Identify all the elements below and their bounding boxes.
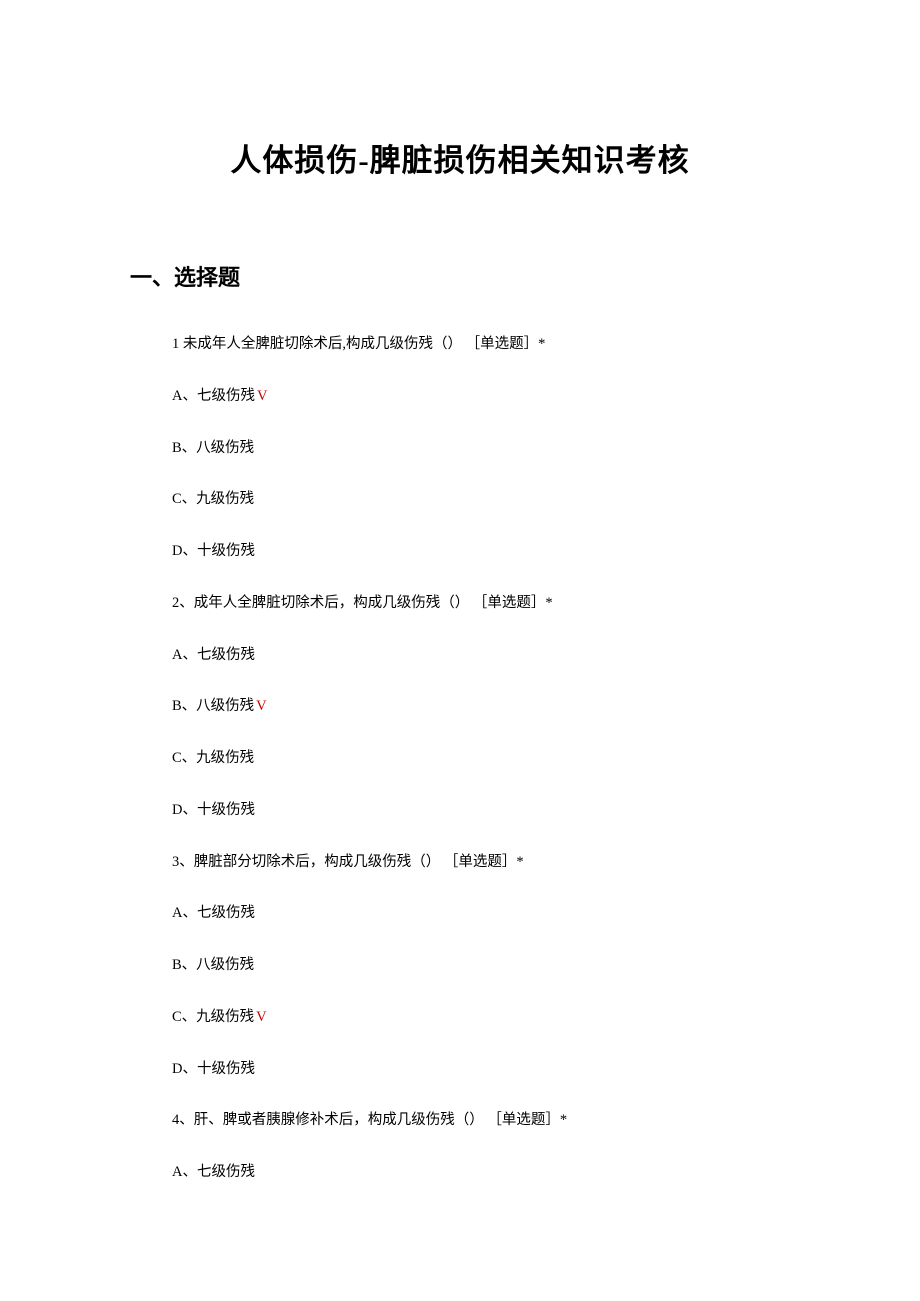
question-text: 成年人全脾脏切除术后，构成几级伤残（） ［单选题］*	[194, 595, 553, 611]
option-label: D、十级伤残	[172, 1061, 255, 1077]
question-text: 未成年人全脾脏切除术后,构成几级伤残（） ［单选题］*	[183, 336, 546, 352]
option-label: C、九级伤残	[172, 1009, 254, 1025]
question-2-option-b: B、八级伤残V	[172, 696, 790, 718]
question-text: 肝、脾或者胰腺修补术后，构成几级伤残（） ［单选题］*	[194, 1112, 567, 1128]
question-2-option-a: A、七级伤残	[172, 645, 790, 667]
question-1-option-b: B、八级伤残	[172, 438, 790, 460]
question-3-option-a: A、七级伤残	[172, 903, 790, 925]
document-title: 人体损伤-脾脏损伤相关知识考核	[130, 135, 790, 180]
option-label: B、八级伤残	[172, 957, 254, 973]
question-2-option-d: D、十级伤残	[172, 800, 790, 822]
question-3-option-c: C、九级伤残V	[172, 1007, 790, 1029]
option-label: A、七级伤残	[172, 905, 255, 921]
question-4: 4、肝、脾或者胰腺修补术后，构成几级伤残（） ［单选题］*	[172, 1110, 790, 1132]
question-1-option-d: D、十级伤残	[172, 541, 790, 563]
correct-mark-icon: V	[256, 698, 266, 714]
question-1: 1 未成年人全脾脏切除术后,构成几级伤残（） ［单选题］*	[172, 334, 790, 356]
option-label: C、九级伤残	[172, 750, 254, 766]
question-2: 2、成年人全脾脏切除术后，构成几级伤残（） ［单选题］*	[172, 593, 790, 615]
question-1-option-c: C、九级伤残	[172, 489, 790, 511]
question-1-option-a: A、七级伤残V	[172, 386, 790, 408]
question-2-option-c: C、九级伤残	[172, 748, 790, 770]
question-separator: 、	[179, 1112, 194, 1128]
content-area: 1 未成年人全脾脏切除术后,构成几级伤残（） ［单选题］* A、七级伤残V B、…	[130, 334, 790, 1184]
option-label: B、八级伤残	[172, 698, 254, 714]
option-label: A、七级伤残	[172, 388, 255, 404]
question-3: 3、脾脏部分切除术后，构成几级伤残（） ［单选题］*	[172, 852, 790, 874]
question-3-option-b: B、八级伤残	[172, 955, 790, 977]
option-label: A、七级伤残	[172, 647, 255, 663]
option-label: B、八级伤残	[172, 440, 254, 456]
option-label: A、七级伤残	[172, 1164, 255, 1180]
option-label: C、九级伤残	[172, 491, 254, 507]
option-label: D、十级伤残	[172, 802, 255, 818]
question-text: 脾脏部分切除术后，构成几级伤残（） ［单选题］*	[194, 854, 524, 870]
correct-mark-icon: V	[257, 388, 267, 404]
question-separator: 、	[179, 595, 194, 611]
question-separator: 、	[179, 854, 194, 870]
question-4-option-a: A、七级伤残	[172, 1162, 790, 1184]
question-3-option-d: D、十级伤残	[172, 1059, 790, 1081]
correct-mark-icon: V	[256, 1009, 266, 1025]
option-label: D、十级伤残	[172, 543, 255, 559]
section-header: 一、选择题	[130, 260, 790, 292]
